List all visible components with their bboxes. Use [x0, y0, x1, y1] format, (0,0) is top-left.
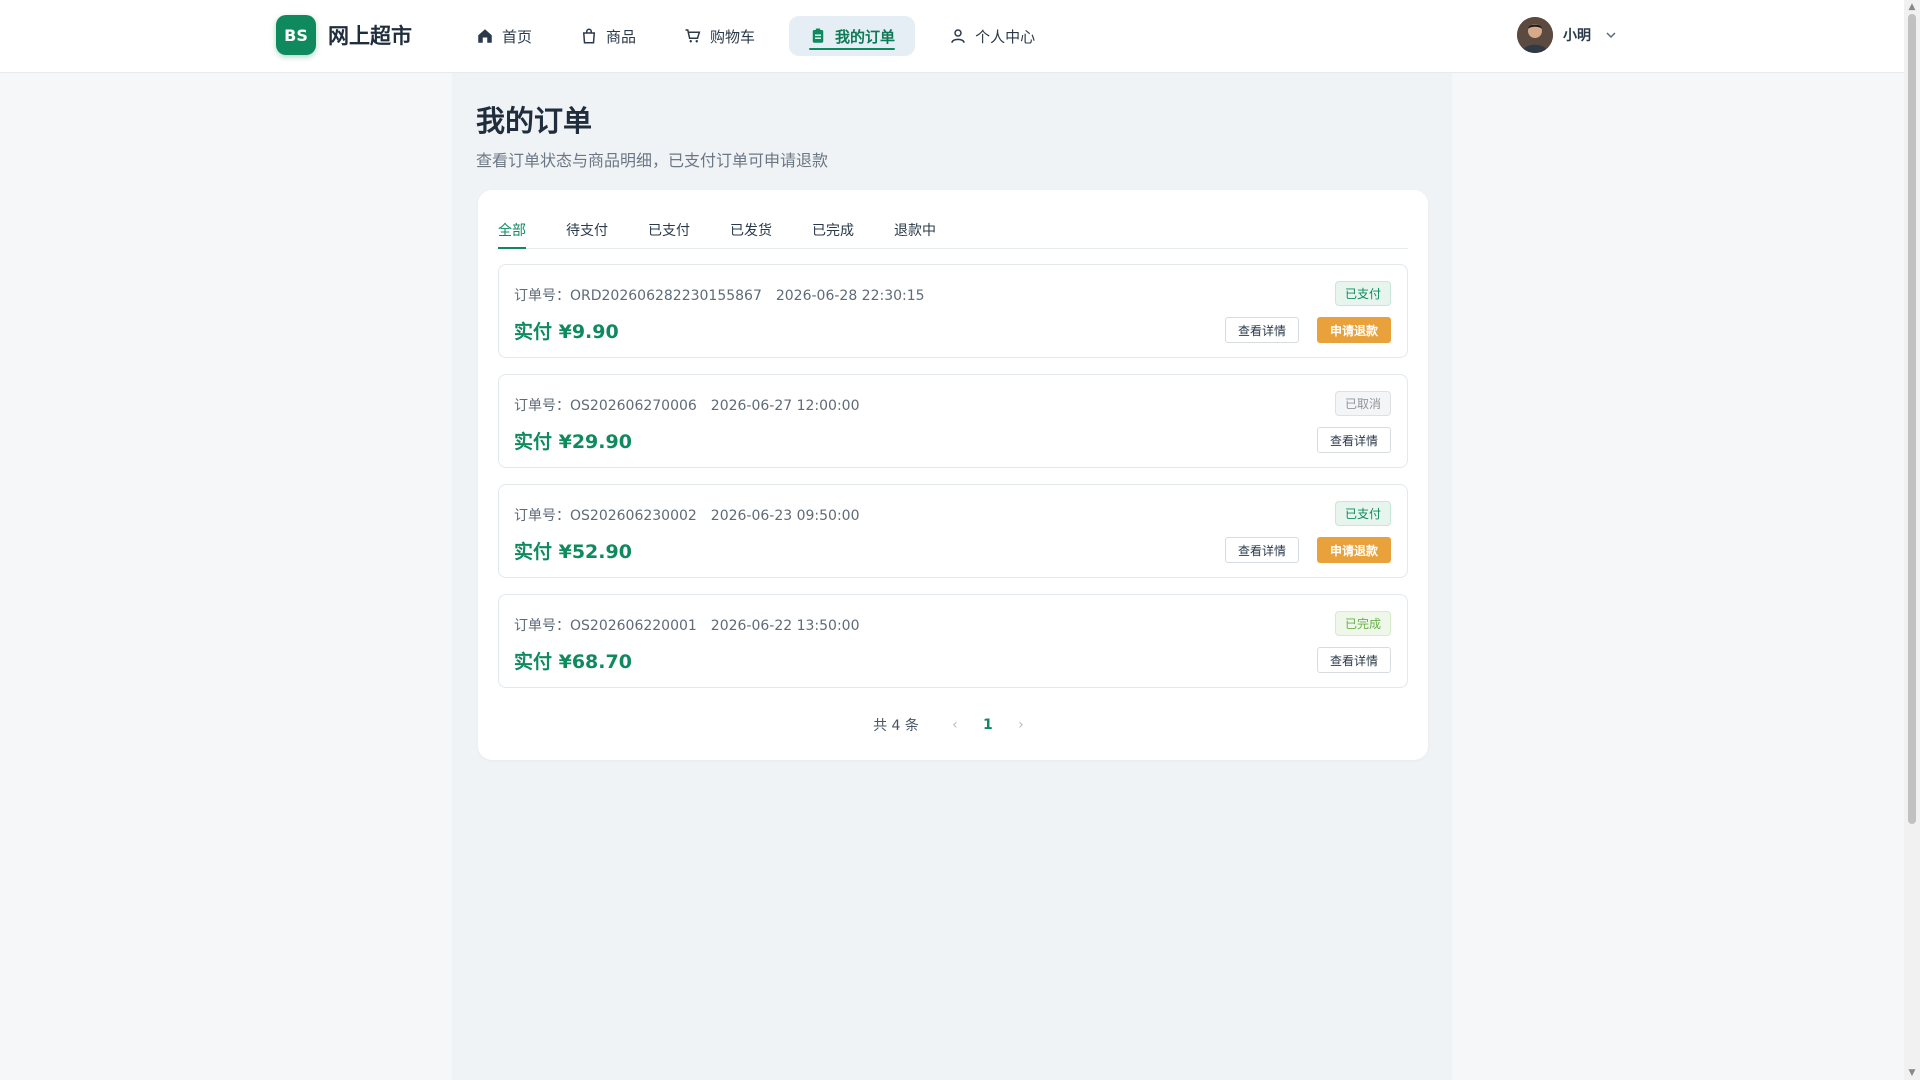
user-icon — [951, 29, 965, 43]
scroll-down-arrow-icon[interactable]: ▼ — [1907, 1068, 1917, 1078]
bag-icon — [582, 28, 596, 44]
order-card: 订单号：OS202606230002 2026-06-23 09:50:00 实付… — [498, 484, 1408, 578]
order-number: OS202606220001 — [570, 618, 697, 634]
order-no-label: 订单号： — [514, 288, 570, 304]
nav-item-orders[interactable]: 我的订单 — [789, 16, 916, 56]
view-detail-button[interactable]: 查看详情 — [1225, 537, 1299, 563]
order-date: 2026-06-27 12:00:00 — [710, 398, 860, 414]
page-subtitle: 查看订单状态与商品明细，已支付订单可申请退款 — [476, 151, 829, 170]
order-card: 订单号：OS202606270006 2026-06-27 12:00:00 实付… — [498, 374, 1408, 468]
order-card: 订单号：ORD202606282230155867 2026-06-28 22:3… — [498, 264, 1408, 358]
clipboard-icon — [812, 28, 824, 43]
logo-badge: BS — [276, 15, 316, 55]
nav-item-label: 商品 — [606, 27, 637, 46]
order-card: 订单号：OS202606220001 2026-06-22 13:50:00 实付… — [498, 594, 1408, 688]
status-badge: 已支付 — [1334, 501, 1391, 526]
next-page-chevron-right-icon[interactable]: › — [1009, 717, 1033, 733]
nav-item-label: 个人中心 — [975, 27, 1036, 46]
order-meta: 订单号：ORD202606282230155867 2026-06-28 22:3… — [514, 285, 925, 305]
order-number: OS202606230002 — [570, 508, 697, 524]
order-number: OS202606270006 — [570, 398, 697, 414]
page-scrollbar[interactable]: ▲ ▼ — [1904, 0, 1920, 1080]
request-refund-button[interactable]: 申请退款 — [1317, 317, 1391, 343]
order-price: 实付 ¥9.90 — [514, 321, 619, 343]
home-icon — [478, 29, 492, 43]
page-title: 我的订单 — [476, 104, 593, 138]
status-badge: 已取消 — [1334, 391, 1391, 416]
order-meta: 订单号：OS202606270006 2026-06-27 12:00:00 — [514, 395, 860, 415]
orders-card: 全部 待支付 已支付 已发货 已完成 退款中 订单号：ORD2026062822… — [478, 190, 1428, 760]
nav-item-label: 我的订单 — [835, 27, 896, 46]
user-name: 小明 — [1563, 28, 1591, 44]
tab-pending-payment[interactable]: 待支付 — [566, 220, 608, 248]
avatar-image — [1517, 17, 1553, 53]
nav-item-profile[interactable]: 个人中心 — [935, 16, 1049, 56]
order-date: 2026-06-22 13:50:00 — [710, 618, 860, 634]
tab-shipped[interactable]: 已发货 — [730, 220, 772, 248]
tab-refunding[interactable]: 退款中 — [894, 220, 936, 248]
brand-name: 网上超市 — [328, 24, 412, 48]
order-meta: 订单号：OS202606230002 2026-06-23 09:50:00 — [514, 505, 860, 525]
page-number[interactable]: 1 — [973, 717, 1003, 733]
view-detail-button[interactable]: 查看详情 — [1225, 317, 1299, 343]
user-menu[interactable]: 小明 — [1517, 17, 1617, 53]
order-price: 实付 ¥52.90 — [514, 541, 632, 563]
brand-logo[interactable]: BS 网上超市 — [276, 15, 412, 55]
order-tabs: 全部 待支付 已支付 已发货 已完成 退款中 — [498, 220, 1408, 249]
order-date: 2026-06-28 22:30:15 — [775, 288, 925, 304]
nav-item-cart[interactable]: 购物车 — [670, 16, 769, 56]
main-nav: 首页 商品 购物车 我的订单 个人中心 — [462, 16, 1069, 56]
order-no-label: 订单号： — [514, 508, 570, 524]
nav-item-products[interactable]: 商品 — [566, 16, 650, 56]
prev-page-chevron-left-icon[interactable]: ‹ — [943, 717, 967, 733]
tab-paid[interactable]: 已支付 — [648, 220, 690, 248]
order-number: ORD202606282230155867 — [570, 288, 762, 304]
nav-item-home[interactable]: 首页 — [462, 16, 546, 56]
tab-completed[interactable]: 已完成 — [812, 220, 854, 248]
order-date: 2026-06-23 09:50:00 — [710, 508, 860, 524]
request-refund-button[interactable]: 申请退款 — [1317, 537, 1391, 563]
order-no-label: 订单号： — [514, 398, 570, 414]
pagination: 共 4 条 ‹ 1 › — [478, 715, 1428, 735]
tab-all[interactable]: 全部 — [498, 220, 526, 249]
order-price: 实付 ¥68.70 — [514, 651, 632, 673]
order-meta: 订单号：OS202606220001 2026-06-22 13:50:00 — [514, 615, 860, 635]
chevron-down-icon — [1606, 32, 1616, 39]
view-detail-button[interactable]: 查看详情 — [1317, 647, 1391, 673]
scroll-thumb[interactable] — [1908, 14, 1916, 824]
nav-item-label: 购物车 — [710, 27, 756, 46]
view-detail-button[interactable]: 查看详情 — [1317, 427, 1391, 453]
nav-item-label: 首页 — [502, 27, 533, 46]
order-no-label: 订单号： — [514, 618, 570, 634]
avatar — [1517, 17, 1553, 53]
cart-icon — [685, 29, 701, 43]
pagination-total: 共 4 条 — [873, 718, 919, 734]
status-badge: 已完成 — [1334, 611, 1391, 636]
scroll-up-arrow-icon[interactable]: ▲ — [1907, 2, 1917, 12]
order-price: 实付 ¥29.90 — [514, 431, 632, 453]
status-badge: 已支付 — [1334, 281, 1391, 306]
top-header: BS 网上超市 首页 商品 购物车 我的订单 个人中心 小明 — [0, 0, 1904, 73]
